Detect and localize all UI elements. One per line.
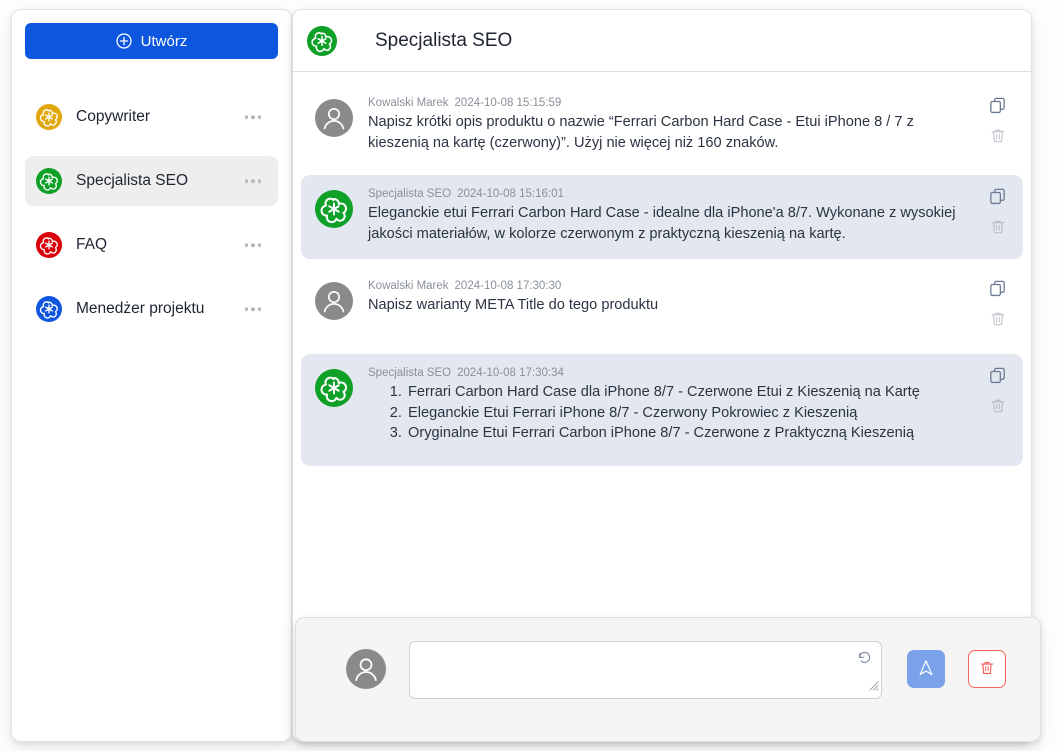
trash-icon[interactable]	[989, 397, 1007, 415]
openai-logo-icon	[36, 104, 62, 130]
ellipsis-icon[interactable]	[244, 179, 261, 183]
openai-logo-icon	[315, 368, 353, 407]
sidebar-item-menedzer-projektu[interactable]: Menedżer projektu	[25, 284, 278, 334]
message-actions	[988, 366, 1007, 415]
copy-icon[interactable]	[988, 187, 1007, 206]
message-actions	[988, 96, 1007, 145]
create-button[interactable]: Utwórz	[25, 23, 278, 59]
sidebar-item-label: Copywriter	[76, 108, 151, 125]
message-meta: Specjalista SEO 2024-10-08 17:30:34	[368, 367, 957, 379]
copy-icon[interactable]	[988, 366, 1007, 385]
message-text: Napisz krótki opis produktu o nazwie “Fe…	[368, 114, 918, 151]
ellipsis-icon[interactable]	[244, 307, 261, 311]
sidebar-item-label: Menedżer projektu	[76, 300, 205, 317]
plus-circle-icon	[116, 33, 132, 49]
sidebar-item-copywriter[interactable]: Copywriter	[25, 92, 278, 142]
message-meta: Specjalista SEO 2024-10-08 15:16:01	[368, 188, 957, 200]
message-actions	[988, 279, 1007, 328]
send-plane-icon	[916, 658, 936, 681]
message-timestamp: 2024-10-08 15:15:59	[454, 97, 562, 109]
user-avatar-icon	[315, 99, 353, 137]
message-row-assistant: Specjalista SEO 2024-10-08 15:16:01 Elega…	[301, 175, 1023, 259]
message-timestamp: 2024-10-08 15:16:01	[457, 188, 564, 201]
message-text: Eleganckie etui Ferrari Carbon Hard Case…	[368, 205, 960, 243]
send-button[interactable]	[907, 650, 945, 688]
sidebar: Utwórz Copywriter Specjalista SEO FAQ Me…	[11, 9, 292, 742]
message-author: Kowalski Marek	[368, 97, 449, 109]
clear-conversation-button[interactable]	[968, 650, 1006, 688]
message-actions	[988, 187, 1007, 236]
trash-icon[interactable]	[989, 310, 1007, 328]
page-title: Specjalista SEO	[375, 29, 513, 51]
message-body: Specjalista SEO 2024-10-08 17:30:34 Ferra…	[368, 367, 1009, 444]
list-item: Oryginalne Etui Ferrari Carbon iPhone 8/…	[406, 423, 957, 444]
app-window: Utwórz Copywriter Specjalista SEO FAQ Me…	[0, 0, 1058, 751]
ellipsis-icon[interactable]	[244, 115, 261, 119]
list-item: Ferrari Carbon Hard Case dla iPhone 8/7 …	[406, 382, 957, 403]
openai-logo-icon	[36, 296, 62, 322]
user-avatar-icon	[315, 281, 353, 320]
message-timestamp: 2024-10-08 17:30:34	[457, 366, 564, 379]
composer-input-wrap	[409, 641, 882, 699]
sidebar-item-specjalista-seo[interactable]: Specjalista SEO	[25, 156, 278, 206]
message-meta: Kowalski Marek 2024-10-08 17:30:30	[368, 280, 957, 292]
message-row-user: Kowalski Marek 2024-10-08 15:15:59 Napisz…	[301, 84, 1023, 167]
trash-icon	[978, 659, 996, 680]
message-input[interactable]	[409, 641, 882, 699]
openai-logo-icon	[307, 25, 337, 56]
create-button-label: Utwórz	[140, 32, 188, 50]
openai-logo-icon	[36, 232, 62, 258]
trash-icon[interactable]	[989, 127, 1007, 145]
chat-header: Specjalista SEO	[293, 10, 1031, 72]
list-item: Eleganckie Etui Ferrari iPhone 8/7 - Cze…	[406, 403, 957, 424]
user-avatar-icon	[346, 649, 386, 689]
sidebar-item-label: FAQ	[76, 236, 108, 253]
message-body: Specjalista SEO 2024-10-08 15:16:01 Elega…	[368, 188, 1009, 244]
message-body: Kowalski Marek 2024-10-08 17:30:30 Napisz…	[368, 280, 1009, 320]
message-author: Kowalski Marek	[368, 279, 449, 292]
message-meta: Kowalski Marek 2024-10-08 15:15:59	[368, 97, 957, 109]
copy-icon[interactable]	[988, 96, 1007, 115]
composer-bar	[295, 617, 1041, 742]
sidebar-item-label: Specjalista SEO	[76, 172, 188, 189]
message-row-assistant: Specjalista SEO 2024-10-08 17:30:34 Ferra…	[301, 353, 1023, 467]
message-row-user: Kowalski Marek 2024-10-08 17:30:30 Napisz…	[301, 267, 1023, 346]
agent-list: Copywriter Specjalista SEO FAQ Menedżer …	[12, 92, 291, 348]
ellipsis-icon[interactable]	[244, 243, 261, 247]
openai-logo-icon	[36, 168, 62, 194]
copy-icon[interactable]	[988, 279, 1007, 298]
message-timestamp: 2024-10-08 17:30:30	[454, 279, 562, 292]
sidebar-item-faq[interactable]: FAQ	[25, 220, 278, 270]
message-ordered-list: Ferrari Carbon Hard Case dla iPhone 8/7 …	[368, 382, 957, 444]
message-text: Napisz warianty META Title do tego produ…	[368, 296, 659, 313]
message-body: Kowalski Marek 2024-10-08 15:15:59 Napisz…	[368, 97, 1009, 153]
openai-logo-icon	[315, 190, 353, 229]
message-author: Specjalista SEO	[368, 188, 452, 201]
trash-icon[interactable]	[989, 218, 1007, 236]
message-author: Specjalista SEO	[368, 366, 452, 379]
